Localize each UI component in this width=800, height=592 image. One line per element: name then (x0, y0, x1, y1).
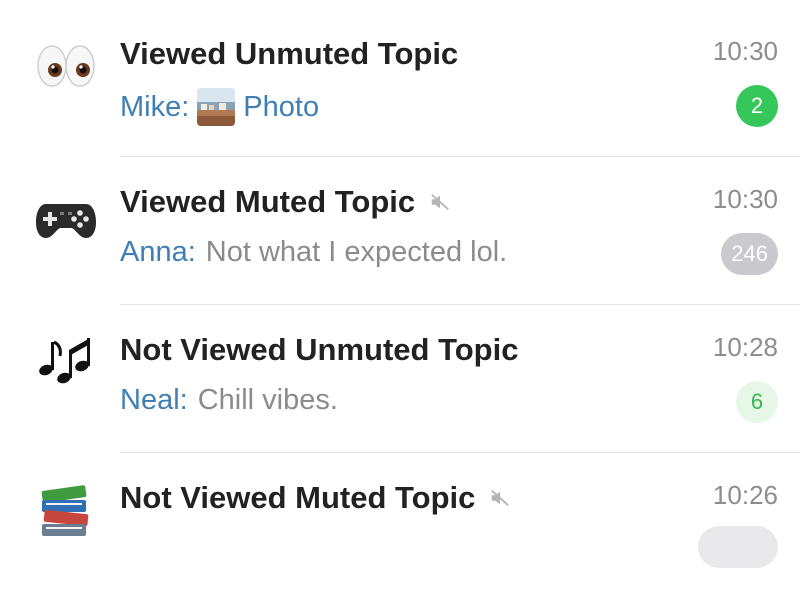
message-preview: Anna: Not what I expected lol. (120, 236, 507, 269)
topic-row-viewed-muted[interactable]: Viewed Muted Topic 10:30 Anna: Not what … (0, 148, 800, 305)
sender-name: Neal: (120, 384, 188, 416)
sender-name: Mike: (120, 90, 190, 123)
topic-title: Not Viewed Unmuted Topic (120, 332, 518, 368)
message-text: Photo (243, 90, 320, 123)
game-controller-icon (34, 182, 98, 246)
message-text: Chill vibes. (197, 384, 338, 416)
muted-speaker-icon (489, 487, 511, 509)
sender-name: Anna: (120, 236, 196, 268)
topic-time: 10:30 (712, 36, 778, 66)
photo-thumbnail (197, 88, 236, 126)
topic-row-not-viewed-unmuted[interactable]: Not Viewed Unmuted Topic 10:28 Neal: Chi… (0, 296, 800, 453)
muted-speaker-icon (429, 191, 451, 213)
unread-badge (698, 526, 778, 568)
topic-title: Viewed Unmuted Topic (120, 36, 458, 72)
topic-title: Viewed Muted Topic (120, 184, 451, 220)
books-icon (34, 480, 98, 544)
topic-title: Not Viewed Muted Topic (120, 480, 511, 516)
music-notes-icon (34, 326, 98, 390)
topic-title-text: Not Viewed Muted Topic (120, 480, 476, 515)
topic-row-not-viewed-muted[interactable]: Not Viewed Muted Topic 10:26 (0, 444, 800, 592)
unread-badge: 2 (736, 85, 778, 127)
unread-badge: 6 (736, 381, 778, 423)
topic-title-text: Viewed Unmuted Topic (120, 36, 459, 71)
topic-time: 10:26 (712, 480, 778, 510)
message-text: Not what I expected lol. (205, 236, 508, 268)
topic-title-text: Viewed Muted Topic (120, 184, 416, 219)
unread-badge: 246 (721, 233, 778, 275)
topic-time: 10:28 (712, 332, 778, 362)
message-preview: Mike: Photo (120, 88, 319, 126)
topic-title-text: Not Viewed Unmuted Topic (120, 332, 519, 367)
message-preview: Neal: Chill vibes. (120, 384, 338, 417)
eyes-icon (34, 34, 98, 98)
topic-list: Viewed Unmuted Topic 10:30 Mike: Photo 2 (0, 0, 800, 568)
topic-time: 10:30 (712, 184, 778, 214)
topic-row-viewed-unmuted[interactable]: Viewed Unmuted Topic 10:30 Mike: Photo 2 (0, 0, 800, 157)
